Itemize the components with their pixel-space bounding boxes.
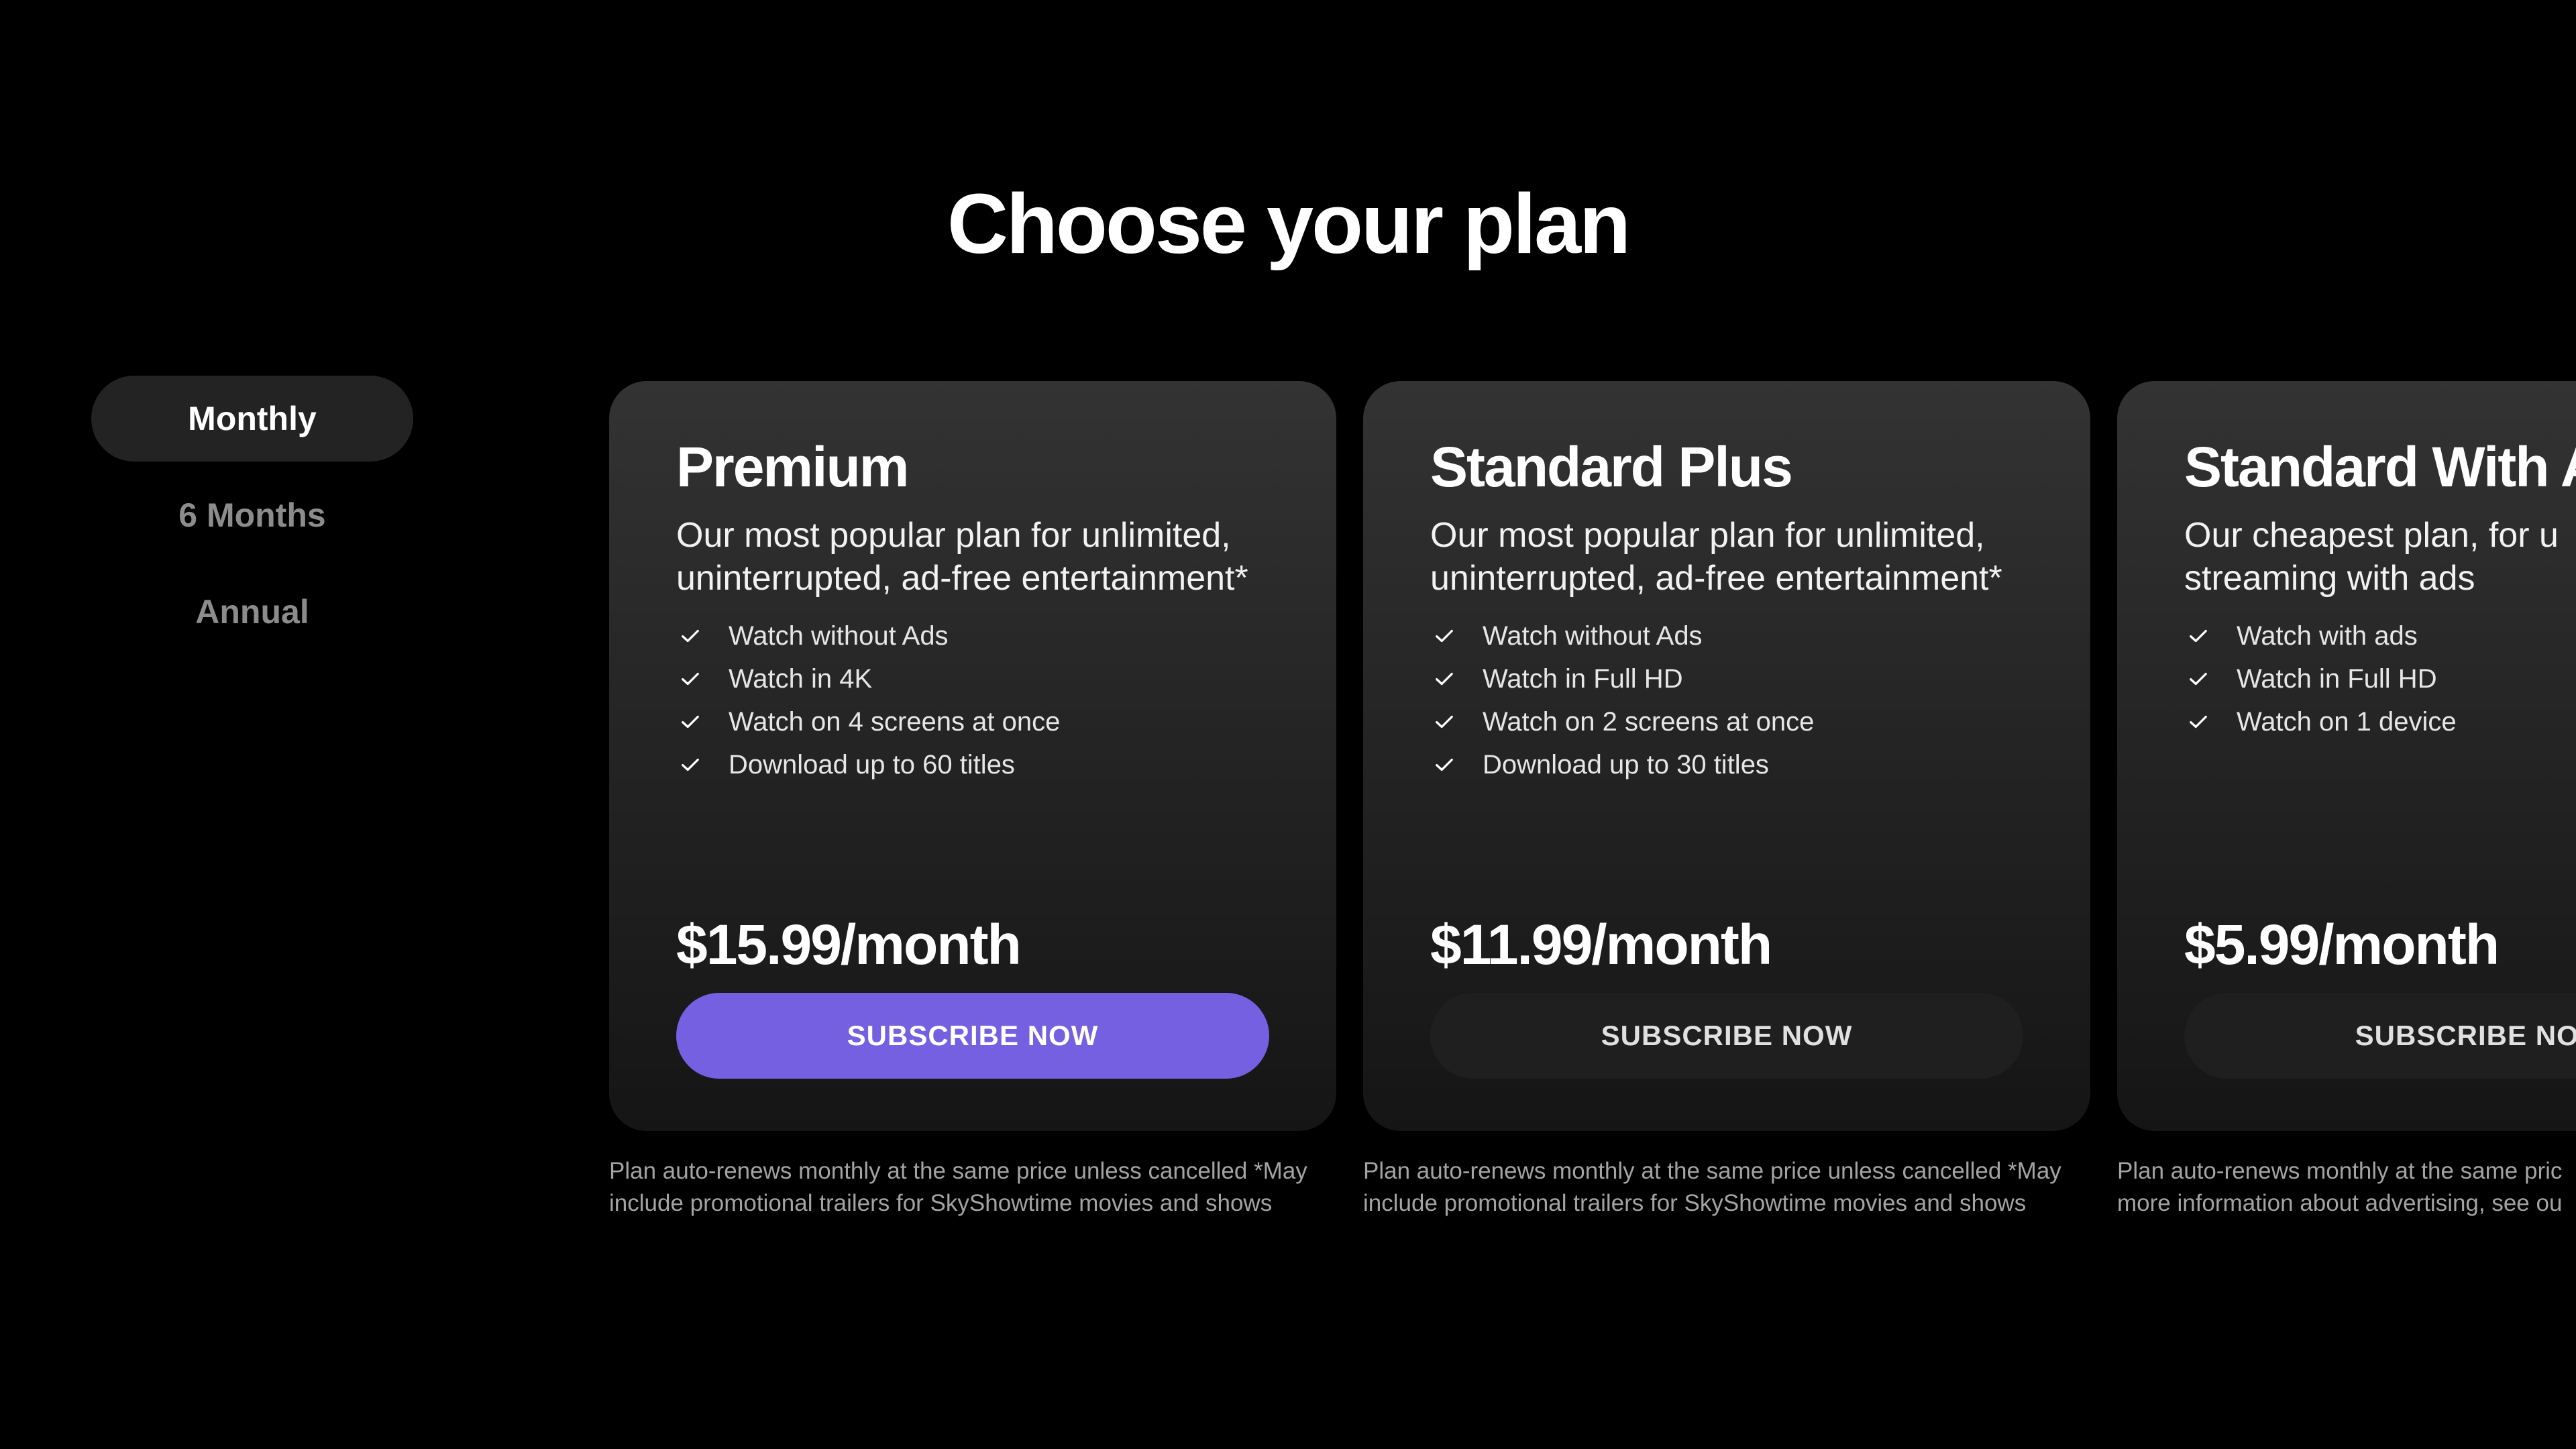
feature-item: Watch without Ads [1430,614,2023,657]
plan-column-standard-plus: Standard Plus Our most popular plan for … [1363,381,2090,1220]
feature-list: Watch without Ads Watch in 4K Watch on 4… [676,614,1269,786]
period-option-annual[interactable]: Annual [91,569,413,655]
plan-name: Premium [676,435,909,498]
plan-selection-screen: Choose your plan Monthly 6 Months Annual… [0,0,2576,1449]
feature-label: Watch in 4K [729,663,873,694]
feature-item: Watch without Ads [676,614,1269,657]
feature-item: Download up to 30 titles [1430,743,2023,786]
check-icon [682,758,699,771]
check-icon [682,672,699,686]
billing-period-selector: Monthly 6 Months Annual [91,376,413,665]
plan-price: $15.99/month [676,913,1022,976]
check-icon [682,629,699,643]
page-title: Choose your plan [947,176,1631,272]
plan-footnote: Plan auto-renews monthly at the same pri… [1363,1158,2061,1216]
check-icon [682,715,699,729]
plan-description: Our most popular plan for unlimited, uni… [676,516,1248,598]
feature-label: Download up to 30 titles [1483,749,1769,780]
subscribe-button-premium[interactable]: SUBSCRIBE NOW [676,993,1269,1079]
check-icon [1436,758,1453,771]
check-icon [1436,715,1453,729]
feature-label: Watch without Ads [1483,621,1703,651]
feature-item: Watch in 4K [676,657,1269,700]
subscribe-button-standard-plus[interactable]: SUBSCRIBE NOW [1430,993,2023,1079]
feature-item: Watch on 2 screens at once [1430,700,2023,743]
plan-description: Our cheapest plan, for u streaming with … [2184,516,2559,598]
plan-footnote: Plan auto-renews monthly at the same pri… [609,1158,1307,1216]
feature-label: Download up to 60 titles [729,749,1015,780]
feature-item: Watch in Full HD [2184,657,2576,700]
feature-item: Watch with ads [2184,614,2576,657]
plan-card-standard-with-ads[interactable]: Standard With A Our cheapest plan, for u… [2117,381,2576,1131]
plans-carousel: Premium Our most popular plan for unlimi… [609,381,2576,1253]
plan-description: Our most popular plan for unlimited, uni… [1430,516,2002,598]
plan-card-premium[interactable]: Premium Our most popular plan for unlimi… [609,381,1336,1131]
period-option-6-months[interactable]: 6 Months [91,472,413,558]
check-icon [1436,629,1453,643]
feature-label: Watch in Full HD [2237,663,2437,694]
plan-name: Standard With A [2184,435,2576,498]
feature-item: Watch on 4 screens at once [676,700,1269,743]
plan-column-premium: Premium Our most popular plan for unlimi… [609,381,1336,1220]
check-icon [2190,672,2207,686]
period-option-monthly[interactable]: Monthly [91,376,413,462]
plan-price: $5.99/month [2184,913,2500,976]
feature-item: Download up to 60 titles [676,743,1269,786]
check-icon [2190,715,2207,729]
feature-label: Watch with ads [2237,621,2418,651]
feature-label: Watch in Full HD [1483,663,1683,694]
feature-label: Watch on 1 device [2237,706,2457,737]
feature-list: Watch without Ads Watch in Full HD Watch… [1430,614,2023,786]
check-icon [2190,629,2207,643]
feature-label: Watch on 2 screens at once [1483,706,1815,737]
subscribe-button-standard-with-ads[interactable]: SUBSCRIBE NOW [2184,993,2576,1079]
plan-name: Standard Plus [1430,435,1793,498]
feature-label: Watch without Ads [729,621,949,651]
check-icon [1436,672,1453,686]
feature-item: Watch in Full HD [1430,657,2023,700]
feature-list: Watch with ads Watch in Full HD Watch on… [2184,614,2576,743]
plan-footnote: Plan auto-renews monthly at the same pri… [2117,1158,2563,1216]
feature-label: Watch on 4 screens at once [729,706,1061,737]
plan-price: $11.99/month [1430,913,1772,976]
plan-card-standard-plus[interactable]: Standard Plus Our most popular plan for … [1363,381,2090,1131]
plan-column-standard-with-ads: Standard With A Our cheapest plan, for u… [2117,381,2576,1220]
feature-item: Watch on 1 device [2184,700,2576,743]
